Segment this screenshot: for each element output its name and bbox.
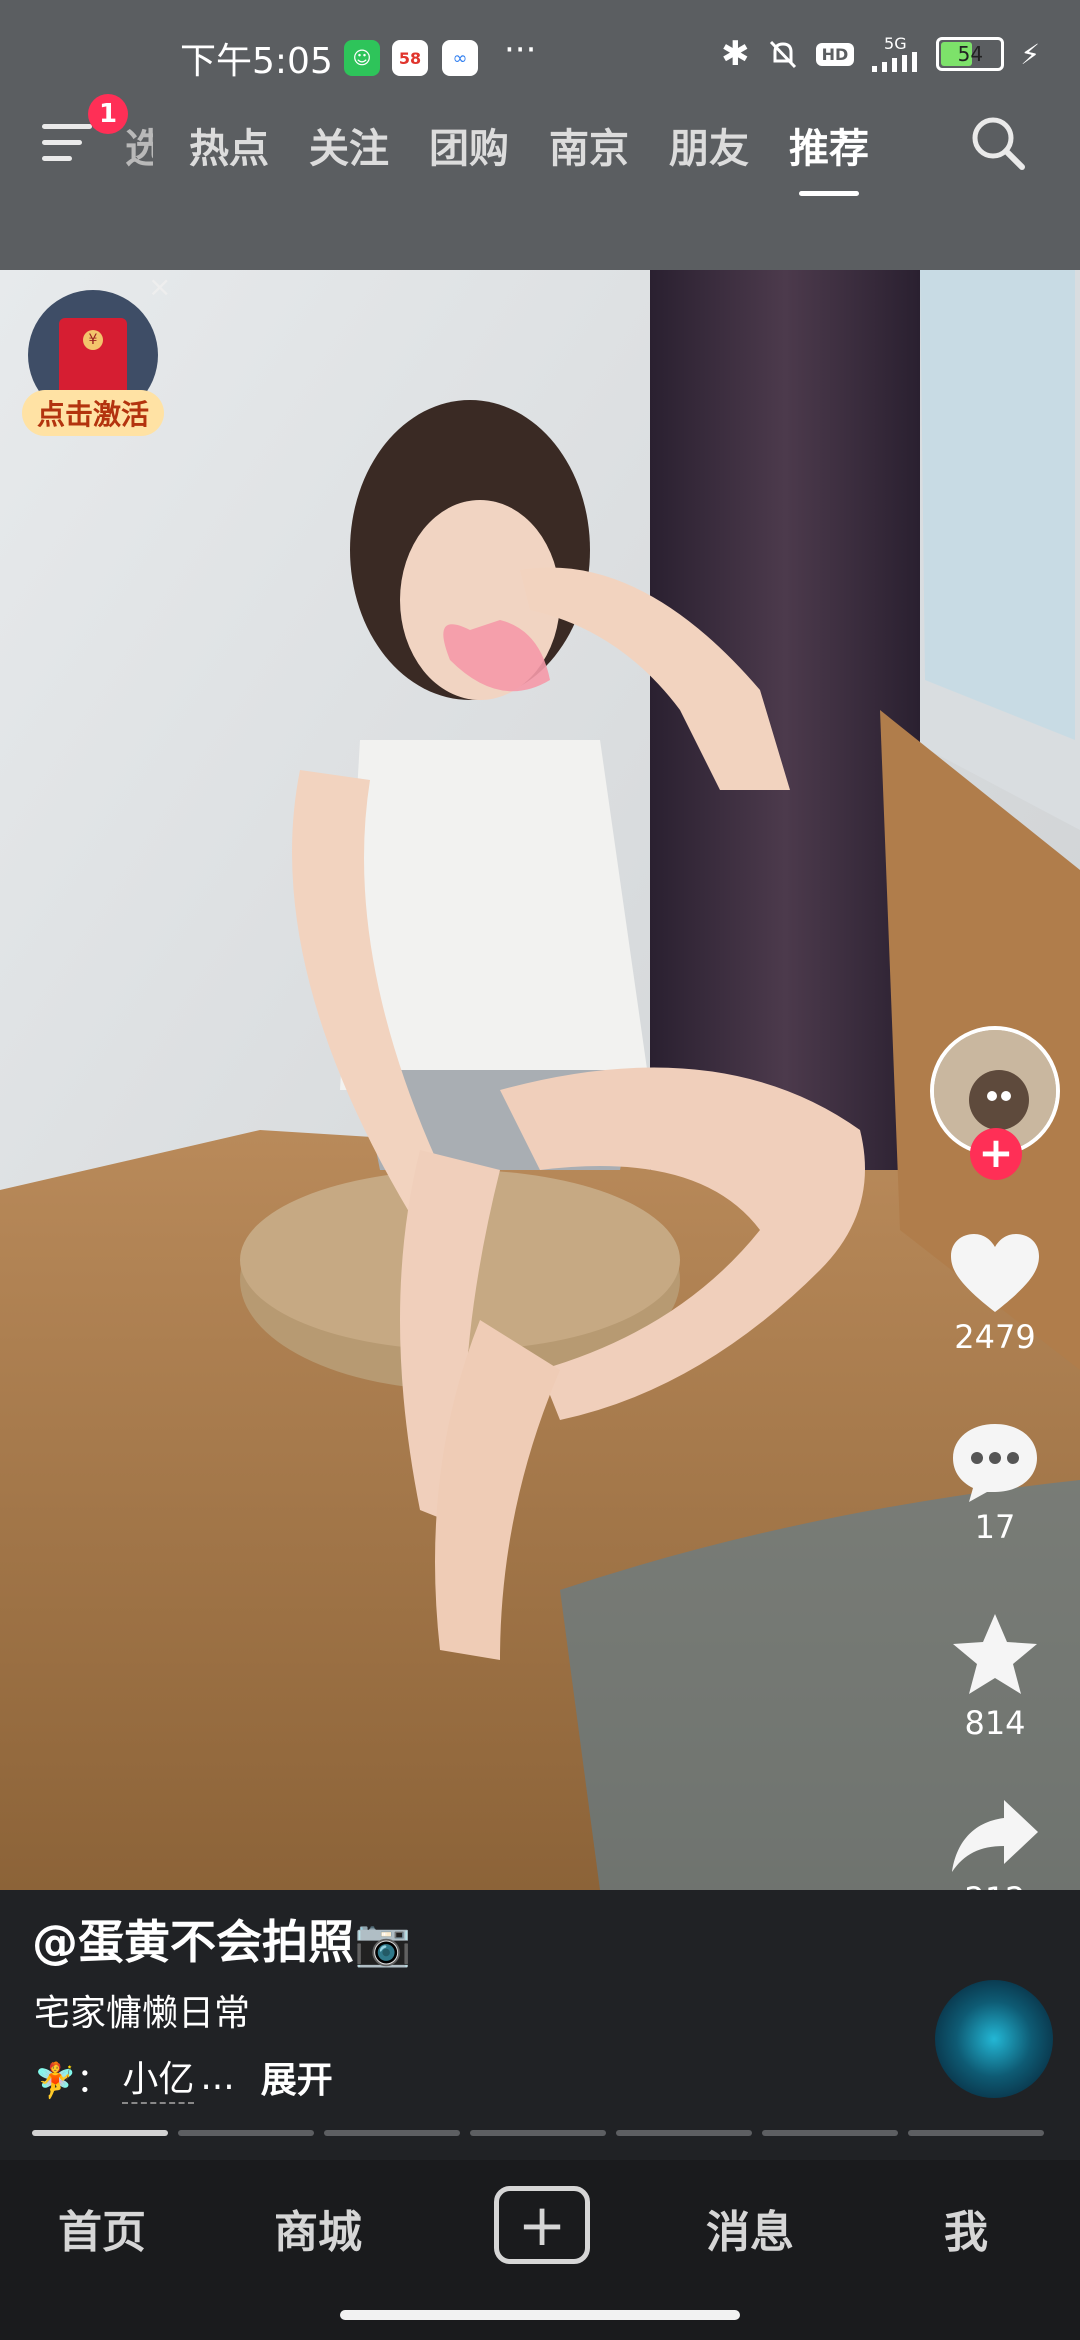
tab-group-buy[interactable]: 团购 (429, 116, 509, 174)
create-post-button[interactable]: + (494, 2186, 590, 2264)
red-packet-close-icon[interactable]: × (148, 270, 171, 303)
menu-icon (42, 124, 92, 129)
bluetooth-icon: ✱ (721, 34, 750, 74)
status-right-icons: ✱ HD 5G 54 ⚡ (721, 34, 1040, 74)
progress-segment (908, 2130, 1044, 2136)
mute-bell-icon (769, 40, 796, 69)
hd-voice-icon: HD (815, 42, 855, 66)
video-content[interactable] (0, 270, 1080, 1890)
tab-following[interactable]: 关注 (309, 116, 389, 174)
red-envelope-icon (59, 318, 127, 398)
58-app-icon: 58 (392, 40, 428, 76)
progress-segment (324, 2130, 460, 2136)
status-bar: 下午5:05 ☺ 58 ∞ ··· ✱ HD 5G 54 ⚡ (0, 0, 1080, 100)
video-description: 宅家慵懒日常 (34, 1993, 251, 2034)
menu-icon-line (42, 156, 72, 161)
tab-recommended[interactable]: 推荐 (789, 116, 869, 196)
tab-hot[interactable]: 热点 (189, 116, 269, 174)
signal-icon: 5G (870, 36, 920, 72)
menu-notification-badge: 1 (88, 94, 128, 134)
progress-segment (32, 2130, 168, 2136)
follow-button[interactable]: + (970, 1128, 1022, 1180)
baidu-netdisk-icon: ∞ (442, 40, 478, 76)
progress-segment (762, 2130, 898, 2136)
music-disc[interactable] (935, 1980, 1053, 2098)
heart-icon (951, 1234, 1039, 1312)
nav-home[interactable]: 首页 (58, 2196, 146, 2260)
progress-segment (616, 2130, 752, 2136)
battery-level: 54 (957, 42, 984, 66)
favorite-count: 814 (964, 1704, 1026, 1742)
comment-count: 17 (974, 1508, 1016, 1546)
search-icon[interactable] (968, 113, 1028, 173)
progress-segment (178, 2130, 314, 2136)
battery-icon: 54 (936, 37, 1005, 71)
nav-mall[interactable]: 商城 (274, 2196, 362, 2260)
charging-icon: ⚡ (1020, 37, 1040, 71)
tab-friends[interactable]: 朋友 (669, 116, 749, 174)
share-icon (952, 1800, 1038, 1872)
nav-messages[interactable]: 消息 (706, 2196, 794, 2260)
more-notifications-icon: ··· (504, 30, 537, 70)
favorite-action[interactable]: 814 (930, 1610, 1060, 1742)
expand-button[interactable]: 展开 (261, 2051, 333, 2103)
video-progress-segments[interactable] (32, 2130, 1044, 2136)
like-count: 2479 (954, 1318, 1036, 1356)
tab-local-city[interactable]: 南京 (549, 116, 629, 174)
tab-partial[interactable]: 选 (125, 116, 153, 174)
comment-action[interactable]: 17 (930, 1420, 1060, 1546)
feed-tabs: 选 热点 关注 团购 南京 朋友 推荐 (125, 110, 909, 196)
comment-icon (953, 1424, 1037, 1502)
red-packet-widget[interactable]: 点击激活 (22, 290, 164, 450)
like-action[interactable]: 2479 (930, 1232, 1060, 1356)
video-frame-illustration (0, 270, 1080, 1890)
music-link[interactable]: 小亿 (122, 2050, 195, 2104)
nav-me[interactable]: 我 (944, 2196, 988, 2260)
menu-icon-line (42, 140, 82, 145)
star-icon (953, 1614, 1037, 1694)
wechat-icon: ☺ (344, 40, 380, 76)
progress-segment (470, 2130, 606, 2136)
home-indicator[interactable] (340, 2310, 740, 2320)
music-prefix: 🧚： (34, 2060, 111, 2101)
music-ellipsis: ... (200, 2056, 235, 2098)
author-name[interactable]: @蛋黄不会拍照📷 (32, 1906, 411, 1972)
network-type: 5G (884, 34, 907, 53)
menu-button[interactable] (42, 118, 94, 168)
status-time: 下午5:05 (180, 41, 333, 82)
red-packet-label: 点击激活 (22, 390, 164, 436)
music-line: 🧚： 小亿 ... 展开 (34, 2050, 333, 2104)
